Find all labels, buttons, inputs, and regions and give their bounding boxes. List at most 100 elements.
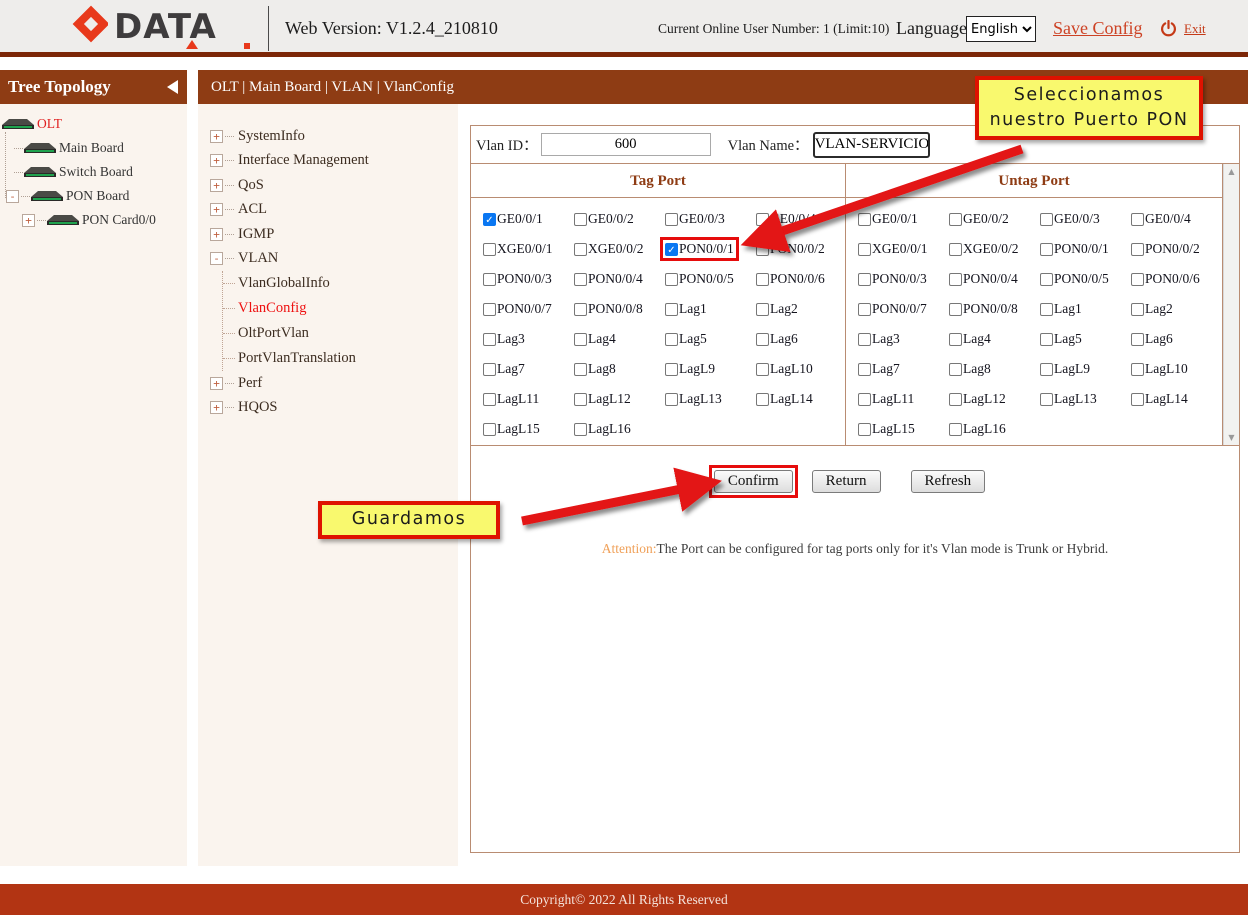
language-select[interactable]: English [966,16,1036,42]
submenu-item-vlanglobalinfo[interactable]: VlanGlobalInfo [223,271,458,296]
untag-checkbox-lagl11[interactable] [858,393,871,406]
expand-menu-icon[interactable]: + [210,130,223,143]
tag-checkbox-lagl14[interactable] [756,393,769,406]
tag-checkbox-lag1[interactable] [665,303,678,316]
power-icon[interactable] [1160,20,1177,37]
expand-menu-icon[interactable]: + [210,203,223,216]
untag-checkbox-ge0-0-4[interactable] [1131,213,1144,226]
scrollbar[interactable]: ▲ ▼ [1223,164,1239,445]
return-button[interactable]: Return [812,470,881,493]
tag-checkbox-lagl10[interactable] [756,363,769,376]
expand-menu-icon[interactable]: + [210,179,223,192]
scroll-up-icon[interactable]: ▲ [1224,167,1239,176]
untag-checkbox-lag2[interactable] [1131,303,1144,316]
untag-checkbox-lagl9[interactable] [1040,363,1053,376]
untag-checkbox-xge0-0-1[interactable] [858,243,871,256]
menu-item-interface-management[interactable]: +Interface Management [198,149,458,174]
menu-item-perf[interactable]: +Perf [198,371,458,396]
tag-checkbox-ge0-0-4[interactable] [756,213,769,226]
collapse-node-icon[interactable]: - [6,190,19,203]
tag-checkbox-lag8[interactable] [574,363,587,376]
tag-checkbox-lagl13[interactable] [665,393,678,406]
expand-menu-icon[interactable]: + [210,401,223,414]
tag-checkbox-lag6[interactable] [756,333,769,346]
tag-checkbox-ge0-0-3[interactable] [665,213,678,226]
untag-checkbox-ge0-0-1[interactable] [858,213,871,226]
untag-checkbox-pon0-0-2[interactable] [1131,243,1144,256]
expand-menu-icon[interactable]: + [210,228,223,241]
tree-node-pon-board[interactable]: -PON Board [0,184,187,208]
untag-checkbox-lagl15[interactable] [858,423,871,436]
untag-checkbox-ge0-0-2[interactable] [949,213,962,226]
expand-menu-icon[interactable]: + [210,377,223,390]
tag-checkbox-lagl11[interactable] [483,393,496,406]
untag-checkbox-pon0-0-7[interactable] [858,303,871,316]
tree-node-main-board[interactable]: Main Board [0,136,187,160]
vlan-name-input[interactable] [813,132,930,158]
tag-checkbox-pon0-0-5[interactable] [665,273,678,286]
untag-checkbox-pon0-0-1[interactable] [1040,243,1053,256]
untag-checkbox-ge0-0-3[interactable] [1040,213,1053,226]
submenu-item-vlanconfig[interactable]: VlanConfig [223,296,458,321]
scroll-down-icon[interactable]: ▼ [1224,433,1239,442]
untag-checkbox-lagl13[interactable] [1040,393,1053,406]
menu-item-systeminfo[interactable]: +SystemInfo [198,124,458,149]
tag-checkbox-lagl12[interactable] [574,393,587,406]
untag-checkbox-lagl16[interactable] [949,423,962,436]
tag-checkbox-pon0-0-2[interactable] [756,243,769,256]
untag-checkbox-lag7[interactable] [858,363,871,376]
menu-item-vlan[interactable]: -VLAN [198,247,458,272]
untag-checkbox-lag3[interactable] [858,333,871,346]
untag-checkbox-lag5[interactable] [1040,333,1053,346]
tag-checkbox-pon0-0-3[interactable] [483,273,496,286]
collapse-menu-icon[interactable]: - [210,252,223,265]
tree-node-pon-card0-0[interactable]: +PON Card0/0 [0,208,187,232]
submenu-item-oltportvlan[interactable]: OltPortVlan [223,321,458,346]
tag-checkbox-lagl16[interactable] [574,423,587,436]
tree-node-switch-board[interactable]: Switch Board [0,160,187,184]
menu-item-acl[interactable]: +ACL [198,198,458,223]
untag-checkbox-lagl12[interactable] [949,393,962,406]
expand-node-icon[interactable]: + [22,214,35,227]
untag-checkbox-pon0-0-3[interactable] [858,273,871,286]
untag-checkbox-pon0-0-5[interactable] [1040,273,1053,286]
menu-item-qos[interactable]: +QoS [198,173,458,198]
untag-checkbox-lag1[interactable] [1040,303,1053,316]
expand-menu-icon[interactable]: + [210,154,223,167]
untag-checkbox-pon0-0-8[interactable] [949,303,962,316]
tag-checkbox-lag3[interactable] [483,333,496,346]
tag-checkbox-ge0-0-2[interactable] [574,213,587,226]
tag-checkbox-lag5[interactable] [665,333,678,346]
confirm-button[interactable]: Confirm [714,470,793,493]
tag-checkbox-lag2[interactable] [756,303,769,316]
exit-link[interactable]: Exit [1184,0,1206,57]
tag-checkbox-pon0-0-4[interactable] [574,273,587,286]
untag-checkbox-pon0-0-4[interactable] [949,273,962,286]
untag-checkbox-lagl14[interactable] [1131,393,1144,406]
untag-checkbox-lagl10[interactable] [1131,363,1144,376]
tag-checkbox-pon0-0-7[interactable] [483,303,496,316]
untag-checkbox-pon0-0-6[interactable] [1131,273,1144,286]
tag-checkbox-pon0-0-1[interactable]: ✓ [665,243,678,256]
tag-checkbox-lagl9[interactable] [665,363,678,376]
menu-item-igmp[interactable]: +IGMP [198,222,458,247]
tag-checkbox-xge0-0-2[interactable] [574,243,587,256]
tag-checkbox-ge0-0-1[interactable]: ✓ [483,213,496,226]
untag-checkbox-lag6[interactable] [1131,333,1144,346]
untag-checkbox-lag8[interactable] [949,363,962,376]
untag-checkbox-xge0-0-2[interactable] [949,243,962,256]
tag-checkbox-pon0-0-6[interactable] [756,273,769,286]
tree-node-olt[interactable]: OLT [0,112,187,136]
collapse-sidebar-icon[interactable] [167,80,178,94]
tag-checkbox-lag7[interactable] [483,363,496,376]
save-config-link[interactable]: Save Config [1053,0,1143,57]
untag-checkbox-lag4[interactable] [949,333,962,346]
tag-checkbox-xge0-0-1[interactable] [483,243,496,256]
submenu-item-portvlantranslation[interactable]: PortVlanTranslation [223,346,458,371]
tag-checkbox-lag4[interactable] [574,333,587,346]
refresh-button[interactable]: Refresh [911,470,986,493]
tag-checkbox-lagl15[interactable] [483,423,496,436]
vlan-id-input[interactable] [541,133,711,156]
menu-item-hqos[interactable]: +HQOS [198,396,458,421]
tag-checkbox-pon0-0-8[interactable] [574,303,587,316]
